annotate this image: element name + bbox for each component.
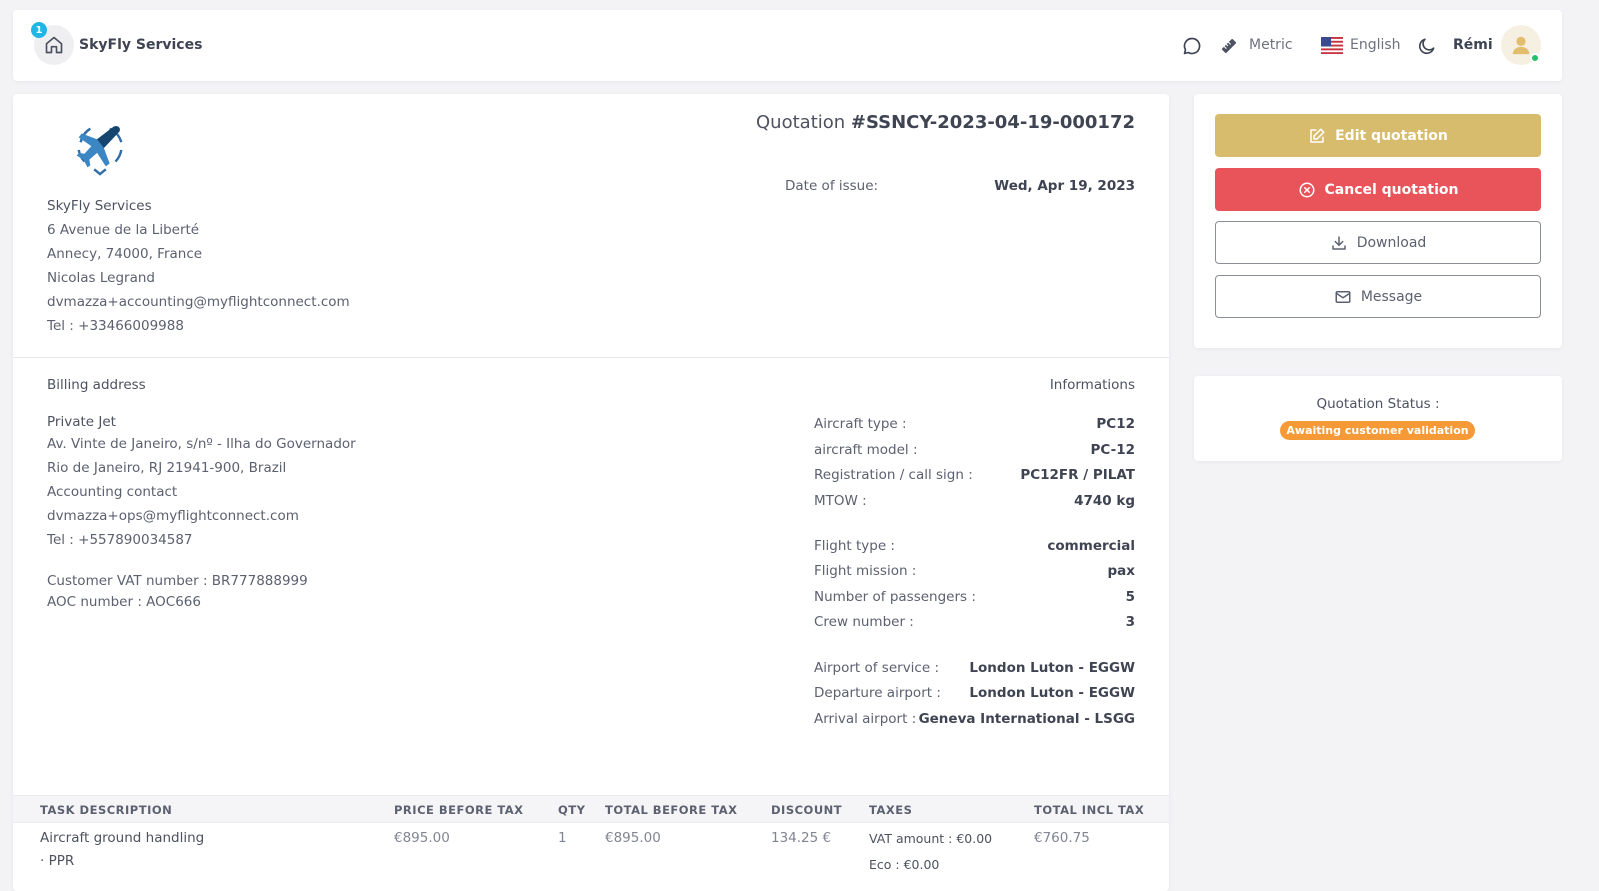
billing-street: Av. Vinte de Janeiro, s/nº - Ilha do Gov…: [47, 436, 356, 452]
info-label: aircraft model :: [814, 442, 918, 458]
info-label: MTOW :: [814, 493, 867, 509]
column-header: QTY: [558, 803, 586, 817]
info-label: Crew number :: [814, 614, 914, 630]
company-street: 6 Avenue de la Liberté: [47, 222, 200, 238]
info-value: London Luton - EGGW: [969, 685, 1135, 701]
column-header: TOTAL BEFORE TAX: [605, 803, 738, 817]
download-icon: [1331, 235, 1346, 250]
total-before-tax: €895.00: [605, 830, 661, 846]
customer-vat: Customer VAT number : BR777888999: [47, 573, 308, 589]
info-label: Arrival airport :: [814, 711, 917, 727]
total-incl-tax: €760.75: [1034, 830, 1090, 846]
actions-card: Edit quotation Cancel quotation Download…: [1194, 94, 1562, 348]
edit-icon: [1310, 128, 1325, 143]
company-contact: Nicolas Legrand: [47, 270, 155, 286]
info-label: Number of passengers :: [814, 589, 976, 605]
quotation-title-prefix: Quotation: [756, 112, 846, 133]
column-header: TAXES: [869, 803, 913, 817]
discount: 134.25 €: [771, 830, 832, 846]
online-status-dot: [1530, 53, 1540, 63]
info-label: Flight type :: [814, 538, 895, 554]
avatar[interactable]: [1501, 25, 1541, 65]
brand-name[interactable]: SkyFly Services: [79, 37, 202, 53]
column-header: TASK DESCRIPTION: [40, 803, 173, 817]
ruler-icon[interactable]: [1218, 35, 1240, 57]
info-value: PC12FR / PILAT: [1020, 467, 1135, 483]
billing-email: dvmazza+ops@myflightconnect.com: [47, 508, 299, 524]
company-email: dvmazza+accounting@myflightconnect.com: [47, 294, 350, 310]
info-value: commercial: [1047, 538, 1135, 554]
info-value: Geneva International - LSGG: [918, 711, 1135, 727]
tasks-table-header: TASK DESCRIPTION PRICE BEFORE TAX QTY TO…: [13, 795, 1169, 823]
cancel-circle-icon: [1299, 182, 1314, 197]
date-of-issue-label: Date of issue:: [785, 178, 879, 194]
cancel-quotation-label: Cancel quotation: [1324, 181, 1459, 198]
billing-heading: Billing address: [47, 377, 146, 393]
informations-heading: Informations: [1049, 377, 1135, 393]
column-header: TOTAL INCL TAX: [1034, 803, 1145, 817]
info-value: pax: [1107, 563, 1135, 579]
plane-logo-icon: [76, 126, 123, 176]
mail-icon: [1335, 290, 1351, 303]
chat-icon[interactable]: [1181, 35, 1203, 57]
info-label: Flight mission :: [814, 563, 917, 579]
billing-contact: Accounting contact: [47, 484, 178, 500]
info-label: Registration / call sign :: [814, 467, 973, 483]
aoc-number: AOC number : AOC666: [47, 594, 201, 610]
us-flag-icon[interactable]: [1321, 37, 1343, 54]
company-phone: Tel : +33466009988: [47, 318, 184, 334]
info-label: Aircraft type :: [814, 416, 907, 432]
status-title: Quotation Status :: [1316, 396, 1440, 412]
billing-phone: Tel : +557890034587: [47, 532, 193, 548]
task-description: Aircraft ground handling: [40, 830, 205, 846]
cancel-quotation-button[interactable]: Cancel quotation: [1215, 168, 1541, 211]
date-of-issue-value: Wed, Apr 19, 2023: [994, 178, 1135, 194]
company-city: Annecy, 74000, France: [47, 246, 203, 262]
language-selector[interactable]: English: [1350, 37, 1401, 53]
edit-quotation-button[interactable]: Edit quotation: [1215, 114, 1541, 157]
user-icon: [1512, 36, 1530, 55]
notification-badge: 1: [31, 22, 47, 38]
task-sub-item: · PPR: [40, 853, 75, 869]
edit-quotation-label: Edit quotation: [1335, 127, 1448, 144]
home-button[interactable]: 1: [31, 22, 74, 65]
info-value: London Luton - EGGW: [969, 660, 1135, 676]
page-title: Quotation #SSNCY-2023-04-19-000172: [756, 112, 1135, 133]
info-value: PC-12: [1090, 442, 1135, 458]
message-button[interactable]: Message: [1215, 275, 1541, 318]
info-value: 5: [1125, 589, 1135, 605]
quotation-card: SkyFly Services 6 Avenue de la Liberté A…: [13, 94, 1169, 891]
info-label: Airport of service :: [814, 660, 940, 676]
units-selector[interactable]: Metric: [1249, 37, 1293, 53]
column-header: PRICE BEFORE TAX: [394, 803, 524, 817]
vat-amount: VAT amount : €0.00: [869, 831, 993, 846]
quotation-number: #SSNCY-2023-04-19-000172: [850, 112, 1135, 133]
user-name[interactable]: Rémi: [1453, 37, 1493, 53]
section-divider: [13, 357, 1169, 358]
download-label: Download: [1356, 234, 1427, 251]
info-value: 3: [1125, 614, 1135, 630]
status-card: Quotation Status : Awaiting customer val…: [1194, 376, 1562, 461]
price-before-tax: €895.00: [394, 830, 450, 846]
dark-mode-icon[interactable]: [1416, 35, 1438, 57]
billing-city: Rio de Janeiro, RJ 21941-900, Brazil: [47, 460, 287, 476]
company-name: SkyFly Services: [47, 198, 152, 214]
info-label: Departure airport :: [814, 685, 941, 701]
download-button[interactable]: Download: [1215, 221, 1541, 264]
home-icon: [45, 36, 63, 54]
status-badge: Awaiting customer validation: [1280, 421, 1475, 440]
billing-company: Private Jet: [47, 414, 116, 430]
info-value: 4740 kg: [1074, 493, 1135, 509]
column-header: DISCOUNT: [771, 803, 843, 817]
top-bar: 1 SkyFly Services Metric English Rémi: [13, 10, 1562, 81]
eco-tax: Eco : €0.00: [869, 857, 940, 872]
quantity: 1: [558, 830, 567, 846]
message-label: Message: [1360, 288, 1423, 305]
info-value: PC12: [1096, 416, 1135, 432]
